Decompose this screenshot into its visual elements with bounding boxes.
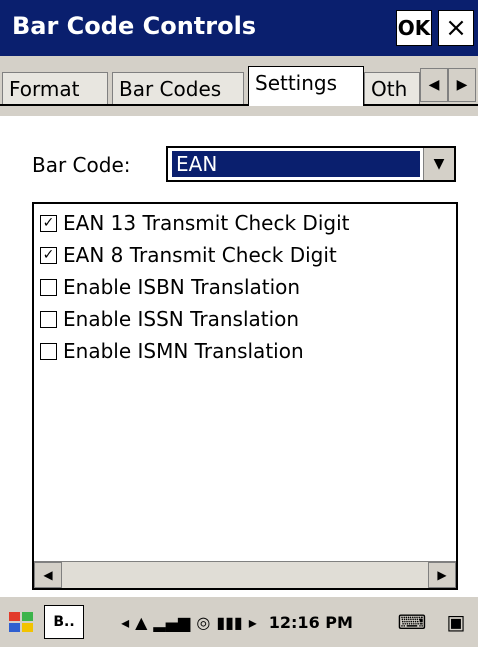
- checkbox-icon[interactable]: [40, 342, 57, 360]
- scroll-right-button[interactable]: ▶: [428, 562, 456, 588]
- option-label: Enable ISBN Translation: [63, 275, 301, 299]
- tab-bar: Format Bar Codes Settings Oth ◀ ▶: [0, 56, 478, 116]
- tab-settings[interactable]: Settings: [248, 66, 364, 106]
- tab-divider: [0, 104, 478, 106]
- back-arrow-icon[interactable]: ◂: [121, 613, 129, 632]
- system-tray: ◂ ▲ ▂▄▆ ◎ ▮▮▮ ▸ 12:16 PM: [90, 605, 390, 639]
- option-issn-translation[interactable]: Enable ISSN Translation: [40, 304, 299, 334]
- tab-scroll-left-button[interactable]: ◀: [420, 68, 448, 102]
- windows-logo-icon: [9, 612, 33, 632]
- option-label: EAN 8 Transmit Check Digit: [63, 243, 337, 267]
- barcode-icon: ▮▮▮: [216, 612, 243, 632]
- option-ismn-translation[interactable]: Enable ISMN Translation: [40, 336, 304, 366]
- ok-button[interactable]: OK: [396, 10, 432, 46]
- clock[interactable]: 12:16 PM: [269, 613, 353, 632]
- checkbox-icon[interactable]: [40, 310, 57, 328]
- window-title: Bar Code Controls: [12, 12, 257, 40]
- scroll-left-button[interactable]: ◀: [34, 562, 62, 588]
- start-windows-icon[interactable]: [6, 605, 36, 639]
- sync-icon: ◎: [196, 612, 211, 632]
- tray-arrow-icon[interactable]: ▸: [249, 613, 257, 632]
- option-ean13-check-digit[interactable]: ✓ EAN 13 Transmit Check Digit: [40, 208, 349, 238]
- option-label: EAN 13 Transmit Check Digit: [63, 211, 350, 235]
- tab-other[interactable]: Oth: [364, 72, 420, 106]
- taskbar-app-button[interactable]: B..: [44, 605, 84, 639]
- title-bar: Bar Code Controls OK ×: [0, 0, 478, 56]
- barcode-selected-value: EAN: [172, 151, 420, 177]
- option-ean8-check-digit[interactable]: ✓ EAN 8 Transmit Check Digit: [40, 240, 337, 270]
- horizontal-scrollbar[interactable]: ◀ ▶: [34, 561, 456, 588]
- tab-bar-codes[interactable]: Bar Codes: [112, 72, 244, 106]
- window-switcher-icon[interactable]: ▣: [438, 605, 474, 639]
- checkbox-icon[interactable]: ✓: [40, 214, 57, 232]
- close-button[interactable]: ×: [438, 10, 474, 46]
- option-isbn-translation[interactable]: Enable ISBN Translation: [40, 272, 300, 302]
- checkbox-icon[interactable]: [40, 278, 57, 296]
- settings-panel: Bar Code: EAN ▼ ✓ EAN 13 Transmit Check …: [0, 116, 478, 596]
- barcode-label: Bar Code:: [32, 153, 131, 177]
- option-label: Enable ISMN Translation: [63, 339, 304, 363]
- connectivity-icon: ▲: [135, 612, 148, 632]
- dropdown-arrow-icon[interactable]: ▼: [423, 148, 454, 180]
- tab-format[interactable]: Format: [2, 72, 108, 106]
- barcode-select[interactable]: EAN ▼: [166, 146, 456, 182]
- taskbar: B.. ◂ ▲ ▂▄▆ ◎ ▮▮▮ ▸ 12:16 PM ⌨ ▣: [0, 596, 478, 647]
- signal-bars-icon: ▂▄▆: [153, 612, 191, 632]
- tab-scroll-right-button[interactable]: ▶: [448, 68, 476, 102]
- options-list: ✓ EAN 13 Transmit Check Digit ✓ EAN 8 Tr…: [32, 202, 458, 590]
- keyboard-icon[interactable]: ⌨: [394, 605, 430, 639]
- option-label: Enable ISSN Translation: [63, 307, 300, 331]
- checkbox-icon[interactable]: ✓: [40, 246, 57, 264]
